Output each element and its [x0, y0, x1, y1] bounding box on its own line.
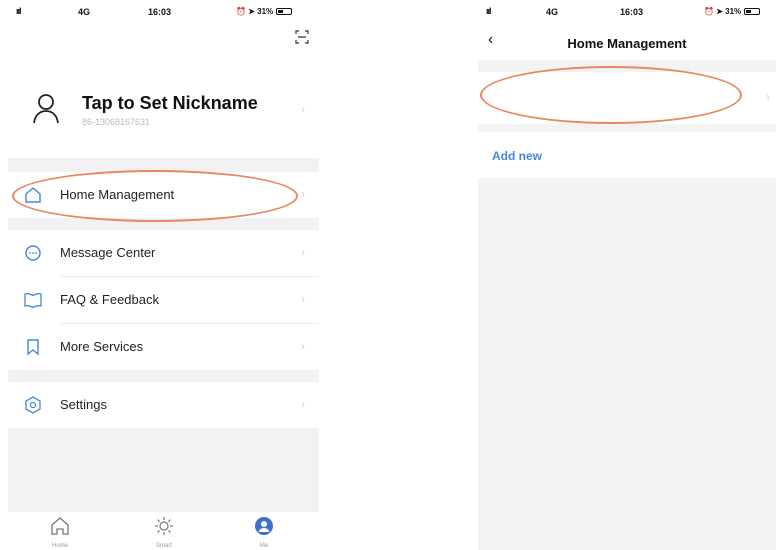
alarm-icon: ⏰: [704, 7, 714, 16]
tab-smart[interactable]: Smart: [134, 516, 194, 549]
menu-item-label: FAQ & Feedback: [60, 292, 159, 307]
menu-item-label: Message Center: [60, 245, 156, 260]
chevron-right-icon: ›: [301, 245, 305, 259]
annotation-highlight-oval: [12, 170, 298, 222]
scan-icon[interactable]: [295, 30, 309, 44]
battery-percent: 31%: [257, 7, 274, 16]
menu-item-faq-feedback[interactable]: FAQ & Feedback ›: [8, 277, 319, 323]
location-icon: ➤: [248, 7, 255, 16]
status-icons: ⏰ ➤ 31%: [704, 7, 761, 16]
book-icon: [24, 292, 42, 309]
location-icon: ➤: [716, 7, 723, 16]
home-management-screen: ııl 4G 16:03 ⏰ ➤ 31% ‹ Home Management ›…: [478, 0, 776, 550]
tab-label: Home: [51, 543, 68, 549]
chevron-right-icon: ›: [301, 292, 305, 306]
network-label: 4G: [78, 7, 91, 17]
tab-label: Me: [259, 543, 269, 549]
add-new-label: Add new: [492, 149, 542, 163]
tab-home[interactable]: Home: [30, 516, 90, 549]
person-icon: [255, 517, 273, 535]
alarm-icon: ⏰: [236, 7, 246, 16]
phone-number: 86-13068167631: [82, 117, 151, 127]
status-bar: ııl 4G 16:03 ⏰ ➤ 31%: [8, 0, 319, 20]
chevron-right-icon: ›: [301, 187, 305, 201]
chevron-right-icon: ›: [301, 339, 305, 353]
status-bar: ııl 4G 16:03 ⏰ ➤ 31%: [478, 0, 776, 20]
tab-bar: Home Smart Me: [8, 512, 319, 550]
tab-label: Smart: [155, 543, 172, 549]
status-time: 16:03: [620, 7, 644, 17]
menu-item-message-center[interactable]: Message Center ›: [8, 230, 319, 276]
page-title: Home Management: [567, 36, 687, 51]
status-icons: ⏰ ➤ 31%: [236, 7, 293, 16]
nickname-label: Tap to Set Nickname: [82, 93, 258, 113]
battery-percent: 31%: [725, 7, 742, 16]
avatar-icon: [33, 94, 59, 124]
menu-item-label: More Services: [60, 339, 144, 354]
me-screen: ııl 4G 16:03 ⏰ ➤ 31% Tap to Set Nickname…: [8, 0, 319, 550]
add-new-button[interactable]: Add new: [478, 132, 776, 178]
chevron-right-icon: ›: [301, 397, 305, 411]
chevron-right-icon: ›: [301, 102, 305, 116]
menu-item-label: Settings: [60, 397, 107, 412]
house-icon: [51, 517, 69, 535]
battery-icon: [276, 8, 293, 16]
signal-icon: ııl: [486, 6, 491, 16]
menu-item-more-services[interactable]: More Services ›: [8, 324, 319, 370]
signal-icon: ııl: [16, 6, 21, 16]
chevron-right-icon: ›: [766, 90, 770, 104]
battery-icon: [744, 8, 761, 16]
network-label: 4G: [546, 7, 559, 17]
status-time: 16:03: [148, 7, 172, 17]
message-icon: [25, 245, 41, 261]
empty-area: [8, 428, 319, 512]
tab-me[interactable]: Me: [234, 516, 294, 549]
sun-icon: [155, 517, 173, 535]
annotation-highlight-oval: [480, 66, 742, 124]
bookmark-icon: [27, 339, 39, 356]
navigation-bar: ‹ Home Management: [478, 20, 776, 60]
profile-card[interactable]: Tap to Set Nickname 86-13068167631 ›: [8, 80, 319, 140]
menu-item-settings[interactable]: Settings ›: [8, 382, 319, 428]
section-gap: [8, 370, 319, 382]
gear-icon: [25, 396, 41, 414]
